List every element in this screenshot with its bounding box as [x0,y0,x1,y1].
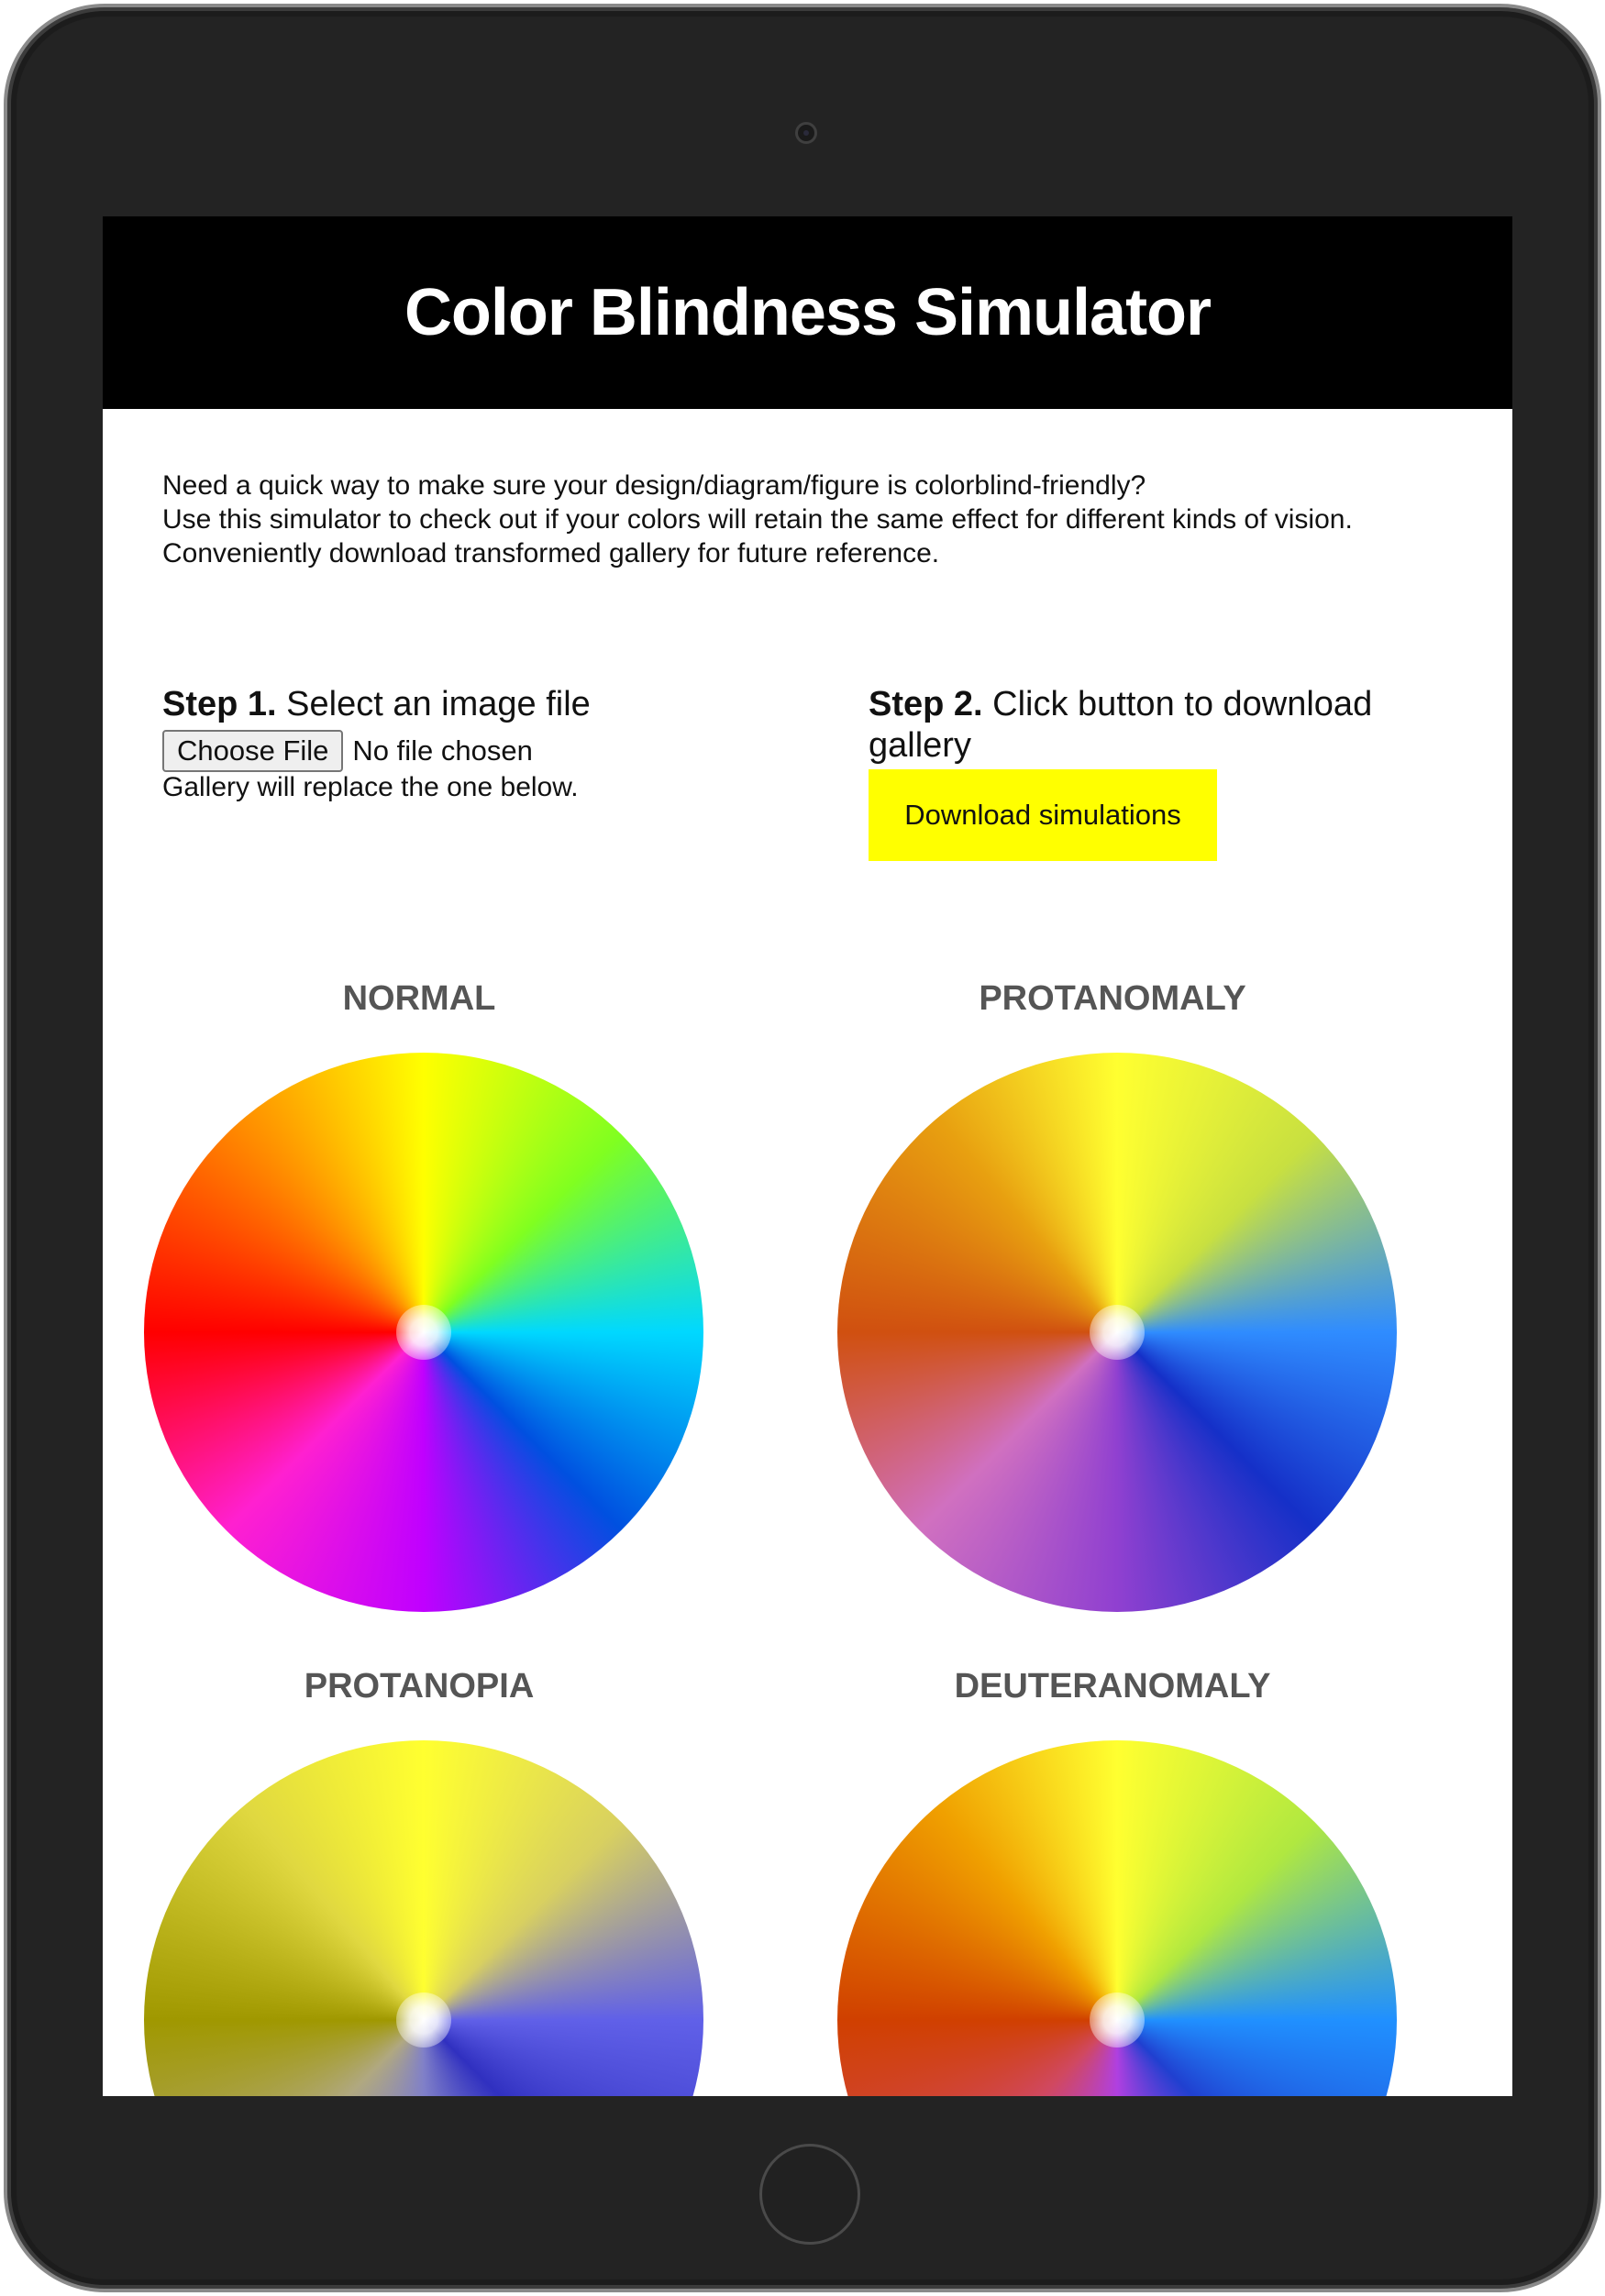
step1-heading: Step 1. Select an image file [162,684,804,725]
step2-label: Step 2. [869,685,983,723]
gallery-note: Gallery will replace the one below. [162,772,579,802]
file-status: No file chosen [352,734,533,767]
sim-label-deuteranomaly: DEUTERANOMALY [954,1667,1271,1705]
choose-file-button[interactable]: Choose File [162,730,344,772]
wheel-center [396,1992,451,2048]
intro-line: Conveniently download transformed galler… [162,538,940,568]
wheel-center [1090,1305,1145,1360]
sim-label-normal: NORMAL [342,979,496,1018]
page-header: Color Blindness Simulator [103,216,1512,409]
intro-line: Use this simulator to check out if your … [162,504,1353,535]
step1-text: Select an image file [276,685,591,723]
sim-label-protanomaly: PROTANOMALY [979,979,1246,1018]
sim-label-protanopia: PROTANOPIA [304,1667,535,1705]
step2-heading: Step 2. Click button to download gallery [869,684,1419,767]
download-simulations-button[interactable]: Download simulations [869,769,1217,861]
intro-text: Need a quick way to make sure your desig… [162,469,1465,570]
color-wheel-protanomaly [837,1053,1397,1612]
wheel-center [1090,1992,1145,2048]
wheel-center [396,1305,451,1360]
step1-label: Step 1. [162,685,277,723]
page-title: Color Blindness Simulator [404,276,1212,349]
intro-line: Need a quick way to make sure your desig… [162,470,1146,501]
home-button[interactable] [759,2144,860,2245]
tablet-frame: Color Blindness Simulator Need a quick w… [4,4,1601,2292]
screen: Color Blindness Simulator Need a quick w… [103,216,1512,2096]
color-wheel-normal [144,1053,703,1612]
color-wheel-protanopia [144,1740,703,2096]
color-wheel-deuteranomaly [837,1740,1397,2096]
file-input: Choose File No file chosen [162,730,533,772]
camera-icon [795,122,817,144]
